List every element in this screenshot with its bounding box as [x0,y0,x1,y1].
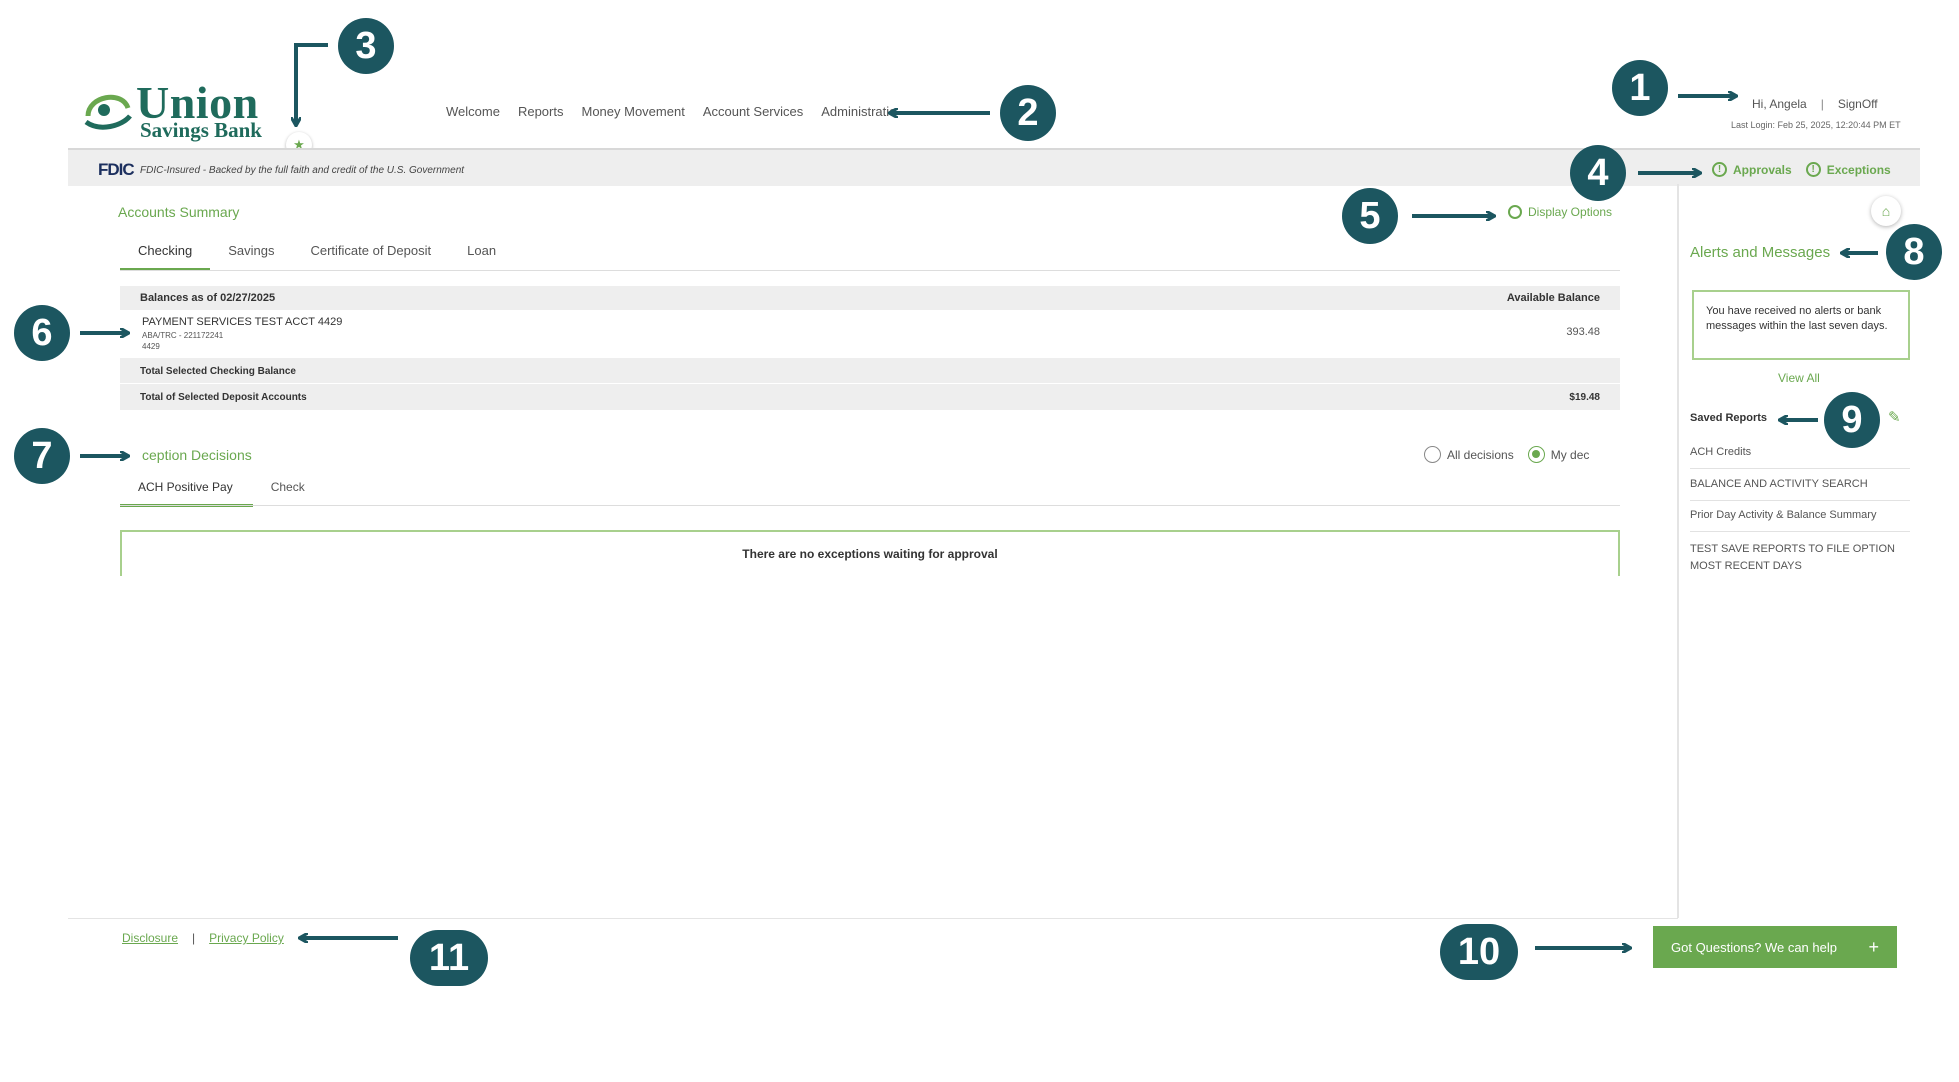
callout-badge: 8 [1886,224,1942,280]
callout-badge: 4 [1570,145,1626,201]
arrow-3 [296,43,328,125]
callout-badge: 9 [1824,392,1880,448]
annotation-arrows [80,43,1878,1082]
callout-badge: 10 [1440,924,1518,980]
callout-badge: 1 [1612,60,1668,116]
callout-badge: 3 [338,18,394,74]
callout-badge: 6 [14,305,70,361]
callout-badge: 7 [14,428,70,484]
callout-badge: 2 [1000,85,1056,141]
callout-badge: 11 [410,930,488,986]
callout-badge: 5 [1342,188,1398,244]
